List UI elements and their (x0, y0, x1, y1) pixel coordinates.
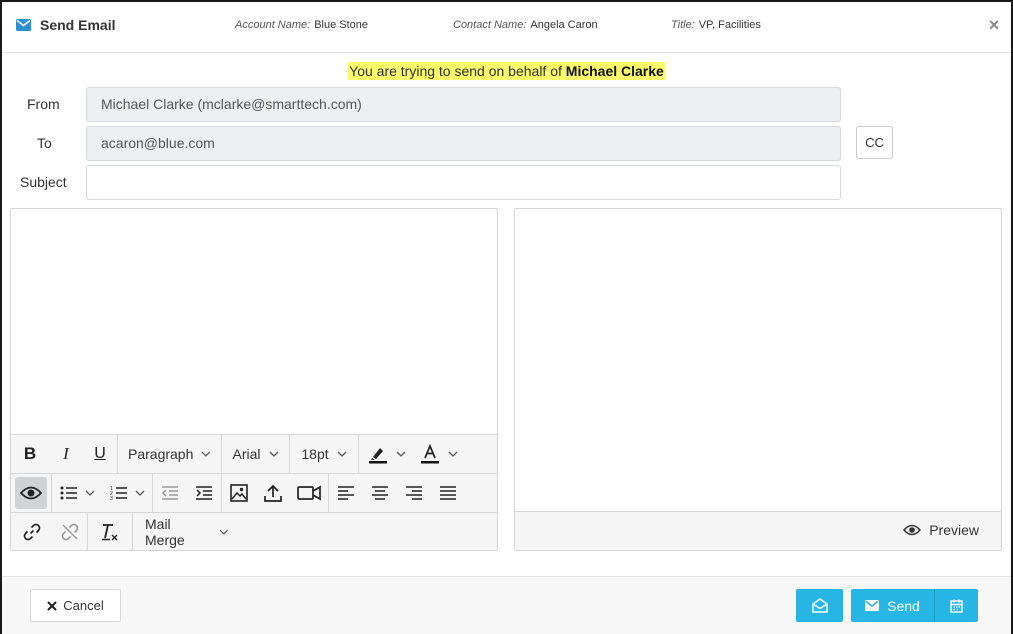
schedule-send-button[interactable] (935, 589, 978, 622)
insert-image-button[interactable] (222, 474, 256, 512)
align-right-icon (406, 486, 422, 500)
numbered-list-icon: 1 2 3 (110, 486, 127, 501)
upload-button[interactable] (256, 474, 290, 512)
contact-name: Contact Name: Angela Caron (453, 19, 598, 31)
editor-toolbar-row-3: Mail Merge (11, 512, 497, 550)
chevron-down-icon (448, 451, 458, 457)
contact-title: Title: VP, Facilities (671, 19, 761, 31)
highlight-color-button[interactable] (359, 435, 414, 473)
preview-pane: Preview (514, 208, 1002, 551)
bullet-list-icon (60, 486, 77, 500)
chevron-down-icon (135, 490, 144, 496)
font-size-dropdown[interactable]: 18pt (290, 435, 358, 473)
account-name: Account Name: Blue Stone (235, 19, 369, 31)
highlighter-icon (368, 448, 387, 464)
editor-toolbar-row-2: 1 2 3 (11, 473, 497, 512)
bullet-list-button[interactable] (52, 474, 102, 512)
svg-text:3: 3 (110, 496, 113, 501)
dialog-title: Send Email (16, 17, 115, 33)
envelope-icon (16, 19, 31, 31)
align-center-icon (372, 486, 388, 500)
from-label: From (27, 96, 60, 112)
indent-button[interactable] (187, 474, 221, 512)
dialog-title-text: Send Email (40, 17, 116, 33)
from-field: Michael Clarke (mclarke@smarttech.com) (86, 87, 841, 122)
insert-link-button[interactable] (11, 513, 53, 550)
font-family-dropdown[interactable]: Arial (222, 435, 289, 473)
preview-bar: Preview (515, 511, 1001, 550)
font-color-icon (421, 444, 439, 464)
align-right-button[interactable] (397, 474, 431, 512)
eye-icon (20, 486, 42, 500)
close-icon (47, 600, 57, 611)
upload-icon (264, 484, 282, 502)
save-draft-button[interactable] (796, 589, 843, 622)
close-icon[interactable]: × (985, 14, 1003, 36)
indent-icon (196, 486, 212, 500)
behalf-name: Michael Clarke (565, 63, 664, 79)
italic-button[interactable]: I (49, 435, 83, 473)
send-button-group: Send (851, 589, 978, 622)
font-color-button[interactable] (414, 435, 464, 473)
to-field[interactable]: acaron@blue.com (86, 126, 841, 161)
mail-merge-dropdown[interactable]: Mail Merge (133, 513, 239, 550)
editor-toolbar-row-1: B I U Paragraph Arial 18pt (11, 434, 497, 473)
image-icon (230, 484, 248, 502)
outdent-icon (161, 486, 178, 500)
dialog-footer: Cancel Send (2, 576, 1011, 634)
envelope-icon (865, 600, 880, 611)
justify-icon (440, 486, 456, 500)
email-editor: B I U Paragraph Arial 18pt 1 2 3 Mail Me… (10, 208, 498, 551)
behalf-highlight: You are trying to send on behalf of Mich… (348, 62, 665, 80)
dialog-header: Send Email Account Name: Blue Stone Conta… (2, 2, 1011, 53)
send-button[interactable]: Send (851, 589, 934, 622)
behalf-notice: You are trying to send on behalf of Mich… (2, 62, 1011, 80)
outdent-button[interactable] (153, 474, 187, 512)
to-label: To (37, 135, 52, 151)
chevron-down-icon (85, 490, 94, 496)
cc-button[interactable]: CC (856, 126, 893, 159)
unlink-icon (61, 523, 79, 540)
link-icon (23, 523, 41, 540)
clear-format-icon (102, 523, 118, 540)
insert-video-button[interactable] (290, 474, 328, 512)
send-email-dialog: Send Email Account Name: Blue Stone Conta… (0, 0, 1013, 634)
chevron-down-icon (201, 451, 211, 457)
editor-body[interactable] (11, 209, 497, 434)
align-center-button[interactable] (363, 474, 397, 512)
view-toggle-button[interactable] (15, 477, 47, 509)
align-left-icon (338, 486, 354, 500)
clear-formatting-button[interactable] (88, 513, 132, 550)
justify-button[interactable] (431, 474, 465, 512)
underline-button[interactable]: U (83, 435, 117, 473)
envelope-open-icon (811, 598, 828, 613)
calendar-icon (950, 599, 963, 613)
paragraph-dropdown[interactable]: Paragraph (118, 435, 221, 473)
video-icon (297, 485, 321, 501)
remove-link-button[interactable] (53, 513, 87, 550)
align-left-button[interactable] (329, 474, 363, 512)
bold-button[interactable]: B (11, 435, 49, 473)
numbered-list-button[interactable]: 1 2 3 (102, 474, 152, 512)
eye-icon (903, 524, 922, 536)
preview-button[interactable]: Preview (903, 522, 979, 538)
cancel-button[interactable]: Cancel (30, 589, 121, 622)
chevron-down-icon (219, 529, 229, 535)
chevron-down-icon (269, 451, 278, 457)
subject-input[interactable] (86, 165, 841, 200)
chevron-down-icon (396, 451, 405, 457)
subject-label: Subject (20, 174, 67, 190)
chevron-down-icon (337, 451, 347, 457)
